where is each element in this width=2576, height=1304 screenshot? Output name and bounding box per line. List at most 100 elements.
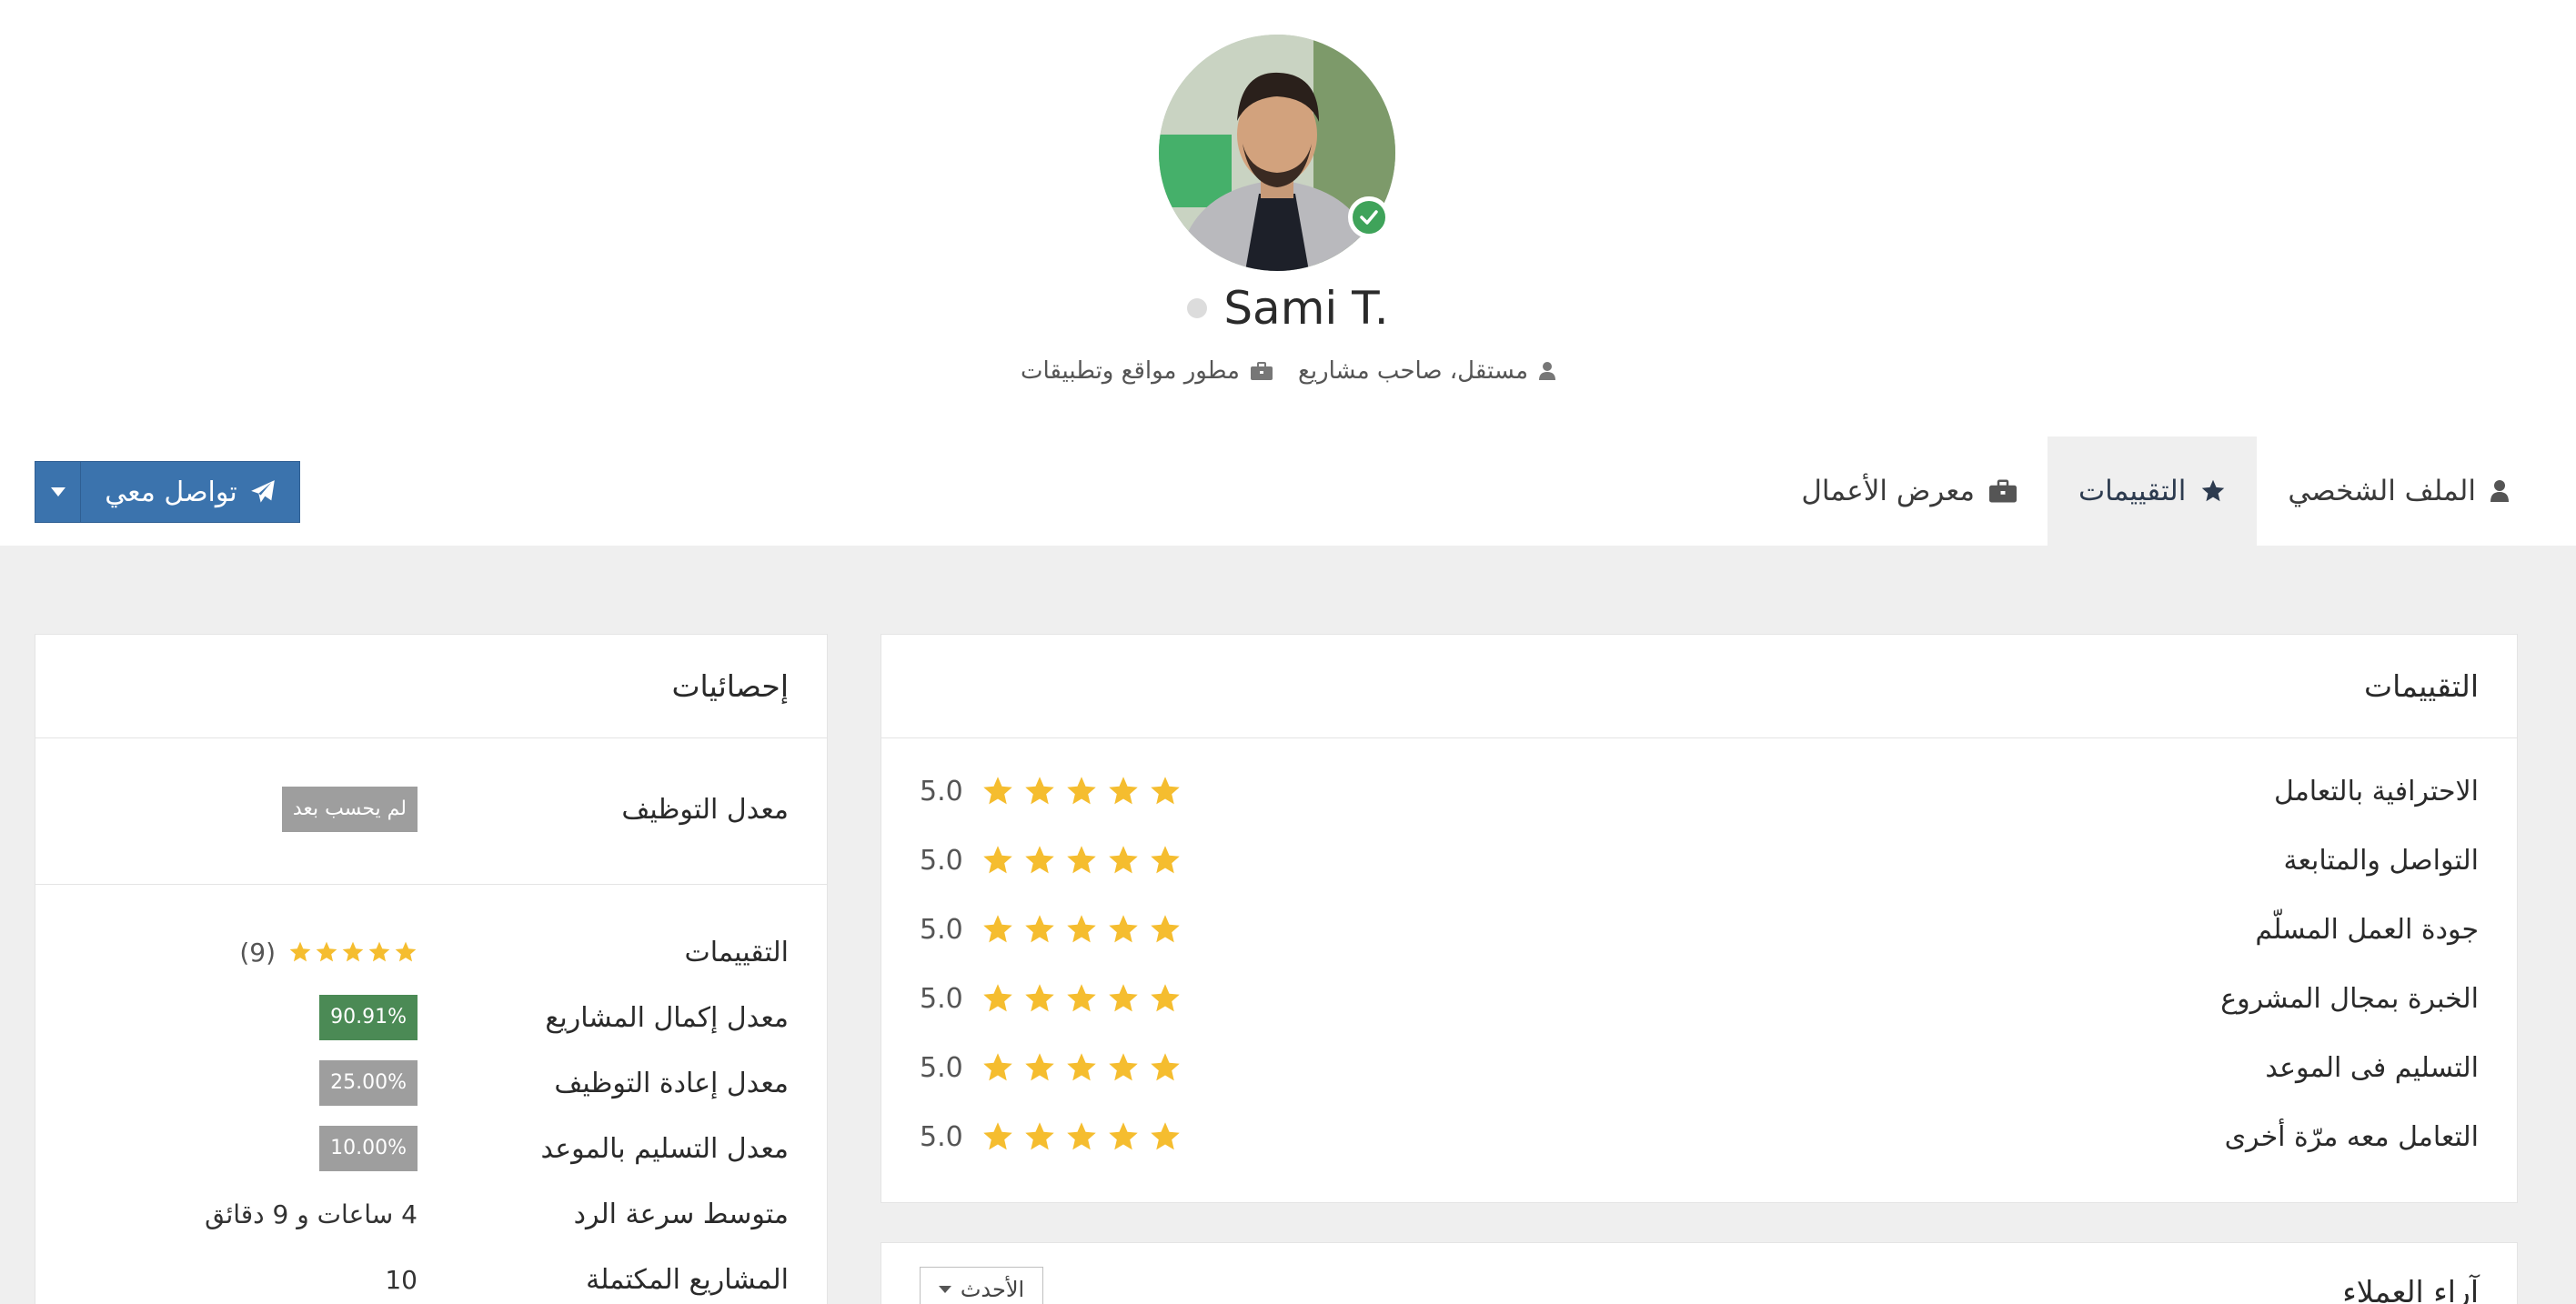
meta-title: مطور مواقع وتطبيقات	[1021, 357, 1273, 385]
profile-role: مستقل، صاحب مشاريع	[1297, 357, 1528, 385]
rating-label: التسليم فى الموعد	[2265, 1051, 2479, 1084]
rehire-badge: 25.00%	[319, 1060, 418, 1106]
ratings-stars	[288, 940, 418, 964]
user-icon	[2490, 480, 2509, 502]
ratings-card: التقييمات 5.0 الاحترافية بالتعامل 5.0 التوا…	[880, 634, 2518, 1203]
stat-label: متوسط سرعة الرد	[573, 1198, 789, 1230]
stat-label: معدل التسليم بالموعد	[540, 1132, 789, 1165]
contact-button[interactable]: تواصل معي	[35, 461, 300, 523]
reviews-card-title: آراء العملاء	[881, 1243, 2517, 1304]
verified-badge-icon	[1348, 196, 1390, 238]
star-icon	[982, 1122, 1012, 1150]
stat-label: المشاريع المكتملة	[586, 1263, 789, 1296]
star-icon	[1024, 1053, 1054, 1081]
star-icon	[1108, 846, 1138, 874]
star-icon	[982, 915, 1012, 943]
stat-ratings: التقييمات (9)	[35, 919, 827, 985]
star-icon	[1024, 777, 1054, 805]
rating-value: 5.0	[920, 775, 963, 807]
stat-label: معدل إعادة التوظيف	[554, 1067, 789, 1099]
stat-label: معدل التوظيف	[621, 793, 789, 826]
tab-label: الملف الشخصي	[2288, 475, 2476, 507]
rating-value: 5.0	[920, 1051, 963, 1084]
star-icon	[316, 941, 337, 962]
divider	[35, 884, 827, 885]
rating-stars: 5.0	[920, 775, 1182, 807]
stat-label: التقييمات	[684, 936, 789, 968]
sort-dropdown[interactable]: الأحدث	[920, 1267, 1043, 1304]
tab-ratings[interactable]: التقييمات	[2048, 436, 2258, 546]
rating-label: الخبرة بمجال المشروع	[2220, 982, 2479, 1015]
star-icon	[982, 846, 1012, 874]
star-icon	[1108, 984, 1138, 1012]
star-icon	[982, 984, 1012, 1012]
rating-stars: 5.0	[920, 1051, 1182, 1084]
rating-row: 5.0 التواصل والمتابعة	[881, 826, 2517, 895]
hiring-rate-badge: لم يحسب بعد	[281, 787, 418, 832]
completed-value: 10	[385, 1264, 418, 1295]
rating-label: جودة العمل المسلّم	[2255, 913, 2479, 946]
avatar[interactable]	[1159, 35, 1395, 271]
sort-label: الأحدث	[960, 1277, 1025, 1302]
star-icon	[1150, 1122, 1180, 1150]
star-icon	[1024, 984, 1054, 1012]
stats-card-title: إحصائيات	[35, 635, 827, 738]
stat-hiring-rate: معدل التوظيف لم يحسب بعد	[35, 777, 827, 842]
star-icon	[395, 941, 417, 962]
stat-completion: معدل إكمال المشاريع 90.91%	[35, 985, 827, 1050]
star-icon	[1108, 777, 1138, 805]
rating-stars: 5.0	[920, 913, 1182, 946]
profile-tabs: الملف الشخصي التقييمات معرض الأعمال	[1770, 436, 2540, 546]
tab-portfolio[interactable]: معرض الأعمال	[1770, 436, 2048, 546]
stat-response: متوسط سرعة الرد 4 ساعات و 9 دقائق	[35, 1181, 827, 1247]
rating-value: 5.0	[920, 1120, 963, 1153]
rating-row: 5.0 التسليم فى الموعد	[881, 1033, 2517, 1102]
ratings-count: (9)	[239, 937, 276, 968]
stat-completed: المشاريع المكتملة 10	[35, 1247, 827, 1304]
rating-stars: 5.0	[920, 1120, 1182, 1153]
star-icon	[2202, 479, 2225, 502]
star-icon	[1024, 1122, 1054, 1150]
star-icon	[1108, 1122, 1138, 1150]
caret-down-icon	[50, 487, 65, 497]
star-icon	[1150, 1053, 1180, 1081]
rating-value: 5.0	[920, 913, 963, 946]
star-icon	[982, 777, 1012, 805]
profile-header: Sami T. مستقل، صاحب مشاريع مطور مواقع وت…	[0, 0, 2576, 546]
reviews-card: آراء العملاء	[880, 1242, 2518, 1304]
rating-row: 5.0 التعامل معه مرّة أخرى	[881, 1102, 2517, 1171]
caret-down-icon	[938, 1286, 951, 1293]
star-icon	[1066, 1122, 1096, 1150]
star-icon	[368, 941, 390, 962]
profile-title: مطور مواقع وتطبيقات	[1021, 357, 1240, 385]
briefcase-icon	[1989, 479, 2017, 503]
star-icon	[342, 941, 364, 962]
rating-row: 5.0 الخبرة بمجال المشروع	[881, 964, 2517, 1033]
rating-label: التعامل معه مرّة أخرى	[2224, 1120, 2479, 1153]
star-icon	[289, 941, 311, 962]
paper-plane-icon	[250, 480, 275, 503]
tab-profile[interactable]: الملف الشخصي	[2257, 436, 2540, 546]
completion-badge: 90.91%	[319, 995, 418, 1040]
contact-main-action[interactable]: تواصل معي	[81, 462, 299, 522]
ratings-card-title: التقييمات	[881, 635, 2517, 738]
star-icon	[1150, 915, 1180, 943]
star-icon	[1066, 777, 1096, 805]
star-icon	[1108, 1053, 1138, 1081]
star-icon	[982, 1053, 1012, 1081]
star-icon	[1066, 915, 1096, 943]
star-icon	[1108, 915, 1138, 943]
stats-card: إحصائيات معدل التوظيف لم يحسب بعد التقيي…	[35, 634, 828, 1304]
rating-row: 5.0 جودة العمل المسلّم	[881, 895, 2517, 964]
response-value: 4 ساعات و 9 دقائق	[205, 1199, 418, 1229]
star-icon	[1066, 984, 1096, 1012]
rating-label: الاحترافية بالتعامل	[2273, 775, 2479, 807]
stat-rehire: معدل إعادة التوظيف 25.00%	[35, 1050, 827, 1116]
rating-stars: 5.0	[920, 982, 1182, 1015]
tab-label: التقييمات	[2078, 475, 2187, 507]
online-status-dot	[1187, 298, 1208, 318]
stat-label: معدل إكمال المشاريع	[545, 1001, 789, 1034]
contact-dropdown-toggle[interactable]	[35, 462, 81, 522]
star-icon	[1150, 846, 1180, 874]
star-icon	[1024, 915, 1054, 943]
